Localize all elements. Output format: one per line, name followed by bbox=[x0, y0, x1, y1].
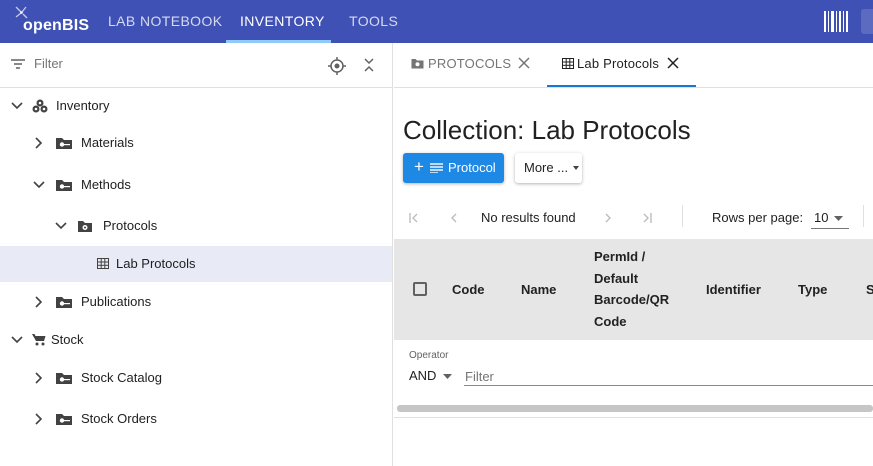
tree-node-stock-orders[interactable]: Stock Orders bbox=[0, 401, 392, 437]
tree-filter-row bbox=[0, 43, 393, 88]
first-page-icon[interactable] bbox=[409, 213, 419, 223]
tree-node-materials[interactable]: Materials bbox=[0, 125, 392, 161]
column-header-code[interactable]: Code bbox=[452, 279, 485, 301]
next-page-icon[interactable] bbox=[605, 213, 612, 223]
page-title: Collection: Lab Protocols bbox=[403, 115, 691, 145]
space-folder-icon bbox=[56, 373, 72, 384]
pager-divider bbox=[682, 205, 683, 227]
top-app-bar: openBIS LAB NOTEBOOK INVENTORY TOOLS bbox=[0, 0, 873, 43]
column-header-line: PermId / bbox=[594, 249, 646, 264]
column-header-name[interactable]: Name bbox=[521, 279, 556, 301]
navigation-tree-panel: Inventory Materials Methods Protocols bbox=[0, 43, 393, 466]
previous-page-icon[interactable] bbox=[450, 213, 457, 223]
tab-label: PROTOCOLS bbox=[428, 56, 512, 71]
project-folder-icon bbox=[78, 221, 92, 232]
operator-value: AND bbox=[409, 368, 437, 383]
rows-per-page-select[interactable]: 10 bbox=[811, 207, 849, 229]
collection-table-icon bbox=[562, 58, 574, 69]
tree-node-label: Materials bbox=[81, 135, 134, 150]
nav-tab-tools[interactable]: TOOLS bbox=[349, 0, 398, 43]
tree-node-label: Inventory bbox=[56, 98, 110, 113]
tab-lab-protocols[interactable]: Lab Protocols bbox=[547, 43, 696, 87]
space-folder-icon bbox=[56, 138, 72, 149]
tree-node-protocols[interactable]: Protocols bbox=[0, 208, 392, 244]
operator-label: Operator bbox=[409, 350, 449, 361]
close-icon[interactable] bbox=[667, 57, 679, 69]
tree-node-stock[interactable]: Stock bbox=[0, 322, 392, 358]
chevron-down-icon[interactable] bbox=[55, 222, 67, 230]
pager-divider bbox=[863, 205, 864, 227]
select-all-checkbox[interactable] bbox=[413, 282, 427, 296]
add-protocol-button[interactable]: + Protocol bbox=[403, 153, 504, 183]
close-icon[interactable] bbox=[518, 57, 530, 69]
collection-table-icon bbox=[97, 258, 109, 269]
space-folder-icon bbox=[56, 414, 72, 425]
barcode-icon[interactable] bbox=[824, 11, 848, 32]
collapse-all-icon[interactable] bbox=[363, 58, 375, 72]
column-header-truncated[interactable]: S bbox=[866, 279, 873, 301]
horizontal-scrollbar[interactable] bbox=[397, 405, 873, 412]
nav-tab-lab-notebook[interactable]: LAB NOTEBOOK bbox=[108, 0, 223, 43]
more-button[interactable]: More ... bbox=[515, 153, 582, 183]
chevron-right-icon[interactable] bbox=[35, 413, 43, 425]
tab-label: Lab Protocols bbox=[577, 56, 660, 71]
active-tab-indicator bbox=[547, 85, 696, 87]
chevron-down-icon[interactable] bbox=[33, 181, 45, 189]
inventory-icon bbox=[32, 99, 48, 113]
more-button-label: More ... bbox=[524, 160, 569, 175]
space-folder-icon bbox=[56, 180, 72, 191]
locate-icon[interactable] bbox=[328, 57, 346, 75]
tab-protocols[interactable]: PROTOCOLS bbox=[394, 43, 544, 87]
tree-node-label: Publications bbox=[81, 294, 152, 309]
operator-select[interactable]: AND bbox=[409, 366, 457, 388]
tree-node-label: Methods bbox=[81, 177, 131, 192]
add-protocol-label: Protocol bbox=[448, 160, 496, 175]
grid-pager: No results found Rows per page: 10 bbox=[394, 201, 873, 239]
tree-node-methods[interactable]: Methods bbox=[0, 167, 392, 203]
tree-node-lab-protocols[interactable]: Lab Protocols bbox=[0, 246, 392, 282]
tree-node-label: Lab Protocols bbox=[116, 256, 196, 271]
tree-node-label: Stock Catalog bbox=[81, 370, 162, 385]
user-menu-button[interactable] bbox=[861, 9, 873, 34]
grid-filter-input[interactable] bbox=[465, 369, 845, 384]
grid-filter-field[interactable] bbox=[464, 364, 873, 386]
pager-status: No results found bbox=[481, 210, 576, 225]
column-header-type[interactable]: Type bbox=[798, 279, 827, 301]
grid-header: Code Name PermId / Default Barcode/QR Co… bbox=[394, 239, 873, 340]
rows-per-page-label: Rows per page: bbox=[712, 210, 804, 225]
tree-node-inventory[interactable]: Inventory bbox=[0, 88, 392, 124]
tree-node-stock-catalog[interactable]: Stock Catalog bbox=[0, 360, 392, 396]
chevron-down-icon[interactable] bbox=[11, 102, 23, 110]
column-header-line: Code bbox=[594, 313, 627, 329]
tree-node-label: Protocols bbox=[103, 218, 158, 233]
app-logo-text: openBIS bbox=[23, 17, 90, 34]
tree-node-label: Stock bbox=[51, 332, 84, 347]
caret-down-icon bbox=[443, 374, 452, 379]
column-header-identifier[interactable]: Identifier bbox=[706, 279, 761, 301]
list-icon bbox=[430, 163, 443, 173]
project-folder-icon bbox=[411, 59, 424, 69]
column-header-line: Barcode/QR bbox=[594, 292, 670, 307]
caret-down-icon bbox=[834, 216, 843, 221]
tree-node-label: Stock Orders bbox=[81, 411, 157, 426]
caret-down-icon bbox=[573, 166, 579, 170]
filter-list-icon bbox=[11, 59, 25, 69]
column-header-permid[interactable]: PermId / Default Barcode/QR Code bbox=[594, 246, 669, 332]
plus-icon: + bbox=[414, 157, 424, 176]
tree-filter-input[interactable] bbox=[34, 56, 234, 71]
space-folder-icon bbox=[56, 297, 72, 308]
nav-tab-inventory[interactable]: INVENTORY bbox=[240, 0, 325, 43]
chevron-right-icon[interactable] bbox=[35, 372, 43, 384]
cart-icon bbox=[32, 334, 46, 346]
open-tabs-bar: PROTOCOLS Lab Protocols bbox=[394, 43, 873, 88]
last-page-icon[interactable] bbox=[642, 213, 652, 223]
chevron-down-icon[interactable] bbox=[11, 336, 23, 344]
column-header-line: Default bbox=[594, 270, 639, 286]
chevron-right-icon[interactable] bbox=[35, 296, 43, 308]
chevron-right-icon[interactable] bbox=[35, 137, 43, 149]
rows-per-page-value: 10 bbox=[814, 210, 829, 225]
content-panel: PROTOCOLS Lab Protocols Collection: Lab … bbox=[394, 43, 873, 466]
tree-node-publications[interactable]: Publications bbox=[0, 284, 392, 320]
